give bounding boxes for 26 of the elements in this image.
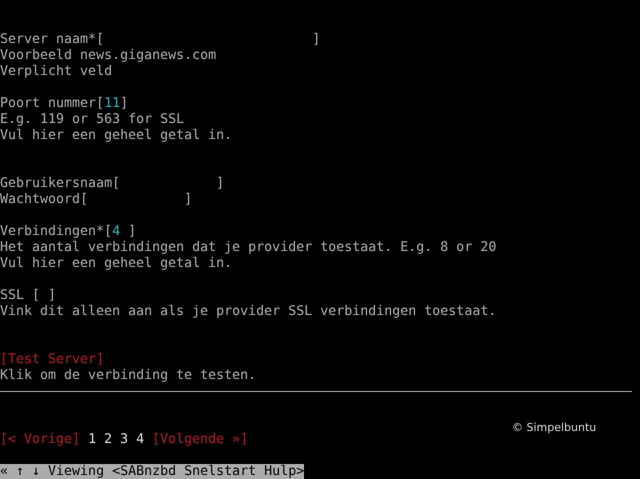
help-text: Vul hier een geheel getal in. — [0, 128, 232, 144]
help-text: Voorbeeld news.giganews.com — [0, 48, 216, 64]
field-label: Gebruikersnaam — [0, 176, 112, 192]
help-text: Vul hier een geheel getal in. — [0, 256, 232, 272]
input-field[interactable]: [ ] — [112, 176, 224, 192]
input-field[interactable]: [11] — [96, 96, 128, 112]
input-field[interactable]: [ ] — [80, 192, 192, 208]
help-text: Vink dit alleen aan als je provider SSL verbindingen toestaat. — [0, 304, 496, 320]
help-text: Klik om de verbinding te testen. — [0, 368, 256, 384]
input-field[interactable]: [ ] — [96, 32, 320, 48]
field-label: Verbindingen* — [0, 224, 104, 240]
page-number: 4 — [136, 432, 144, 448]
credit-text: © Simpelbuntu — [512, 421, 598, 436]
help-text: E.g. 119 or 563 for SSL — [0, 112, 184, 128]
page-number: 3 — [120, 432, 128, 448]
checkbox-label: SSL — [0, 288, 24, 304]
status-bar: « ↑ ↓ Viewing <SABnzbd Snelstart Hulp> — [0, 464, 304, 479]
field-label: Poort nummer — [0, 96, 96, 112]
checkbox[interactable]: [ ] — [32, 288, 56, 304]
help-text: Verplicht veld — [0, 64, 112, 80]
field-label: Wachtwoord — [0, 192, 80, 208]
field-label: Server naam* — [0, 32, 96, 48]
page-number: 2 — [104, 432, 112, 448]
page-number: 1 — [88, 432, 96, 448]
input-field[interactable]: [4 ] — [104, 224, 136, 240]
help-text: Het aantal verbindingen dat je provider toestaat. E.g. 8 or 20 — [0, 240, 496, 256]
